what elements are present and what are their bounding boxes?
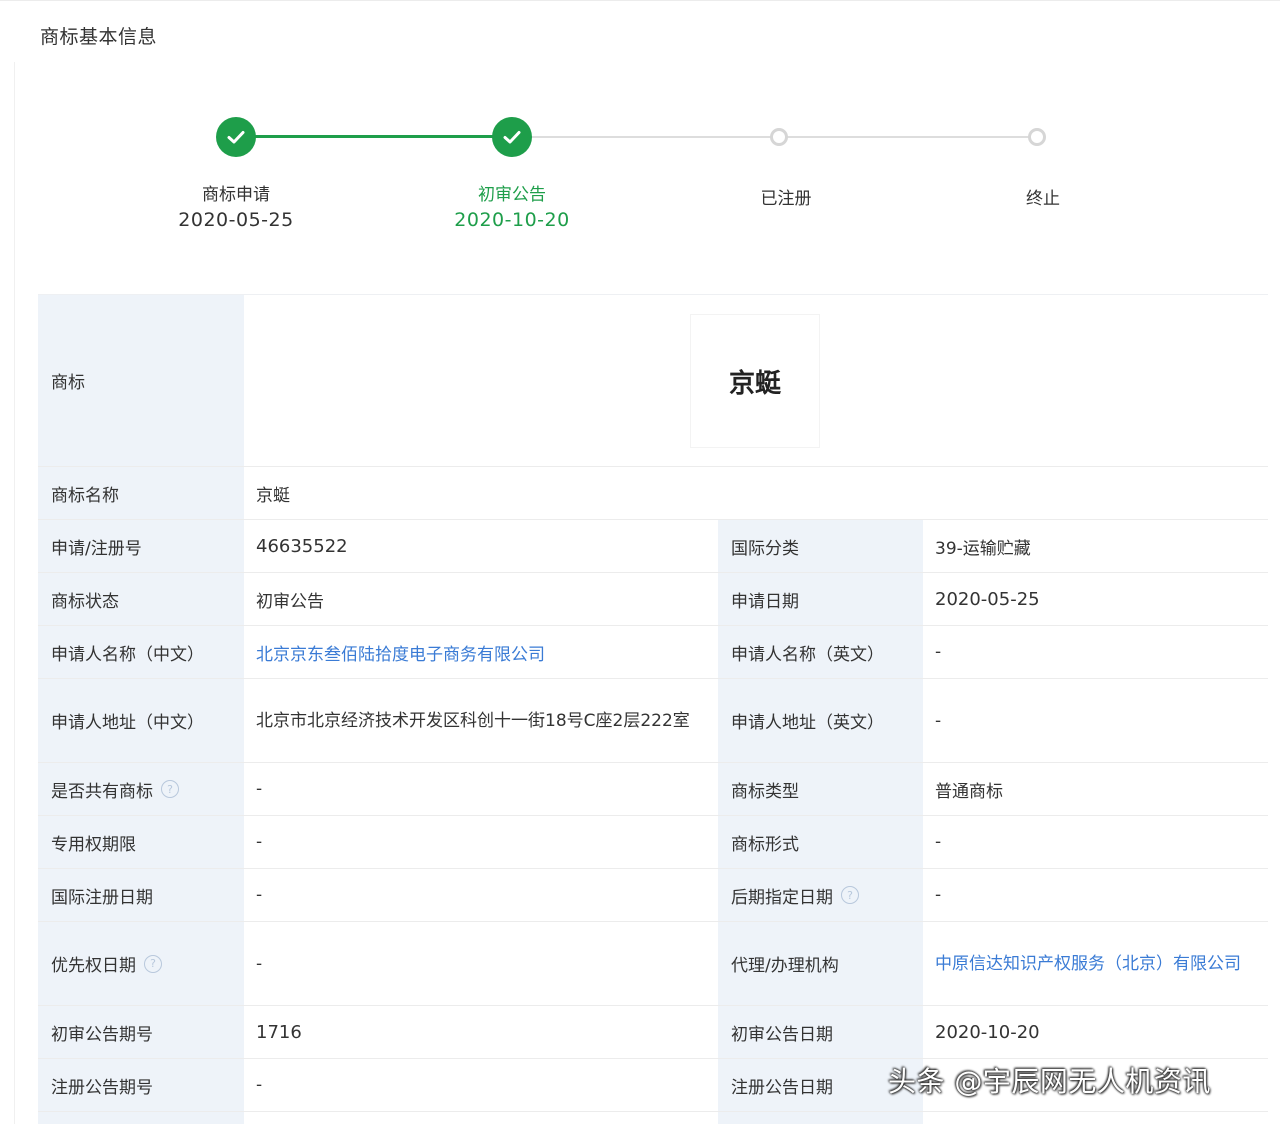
- row-value: -: [244, 922, 718, 1005]
- trademark-info-table: 商标 商标名称 京蜓 申请/注册号 46635522 国际分类 39-运输贮藏 …: [38, 294, 1268, 1124]
- row-label-text: 优先权日期: [51, 956, 136, 976]
- table-row: 国际注册日期 - 后期指定日期 ? -: [38, 869, 1268, 922]
- row-value: 39-运输贮藏: [923, 520, 1268, 572]
- table-row: 申请人名称（中文） 北京京东叁佰陆拾度电子商务有限公司 申请人名称（英文） -: [38, 626, 1268, 679]
- row-value: 46635522: [244, 520, 718, 572]
- check-icon: [503, 131, 521, 144]
- row-label: 国际注册日期: [38, 869, 244, 921]
- table-row: 优先权日期 ? - 代理/办理机构 中原信达知识产权服务（北京）有限公司: [38, 922, 1268, 1006]
- row-value: -: [923, 816, 1268, 868]
- row-label: 专用权期限: [38, 816, 244, 868]
- help-circle-icon[interactable]: ?: [144, 954, 162, 973]
- step-node-2: [492, 117, 532, 157]
- row-label: 商标名称: [38, 467, 244, 519]
- row-label: [38, 1112, 244, 1124]
- row-label: 申请人名称（中文）: [38, 626, 244, 678]
- row-label: 申请日期: [718, 573, 923, 625]
- row-label: 申请/注册号: [38, 520, 244, 572]
- row-value: 初审公告: [244, 573, 718, 625]
- row-label: 国际分类: [718, 520, 923, 572]
- row-label: [718, 1112, 923, 1124]
- step-label-3: 已注册: [760, 189, 812, 209]
- step-date-2: 2020-10-20: [454, 209, 570, 231]
- check-icon: [227, 131, 245, 144]
- row-value: 2020-05-25: [923, 573, 1268, 625]
- trademark-image: 京蜓: [690, 314, 820, 448]
- row-value: 普通商标: [923, 763, 1268, 815]
- step-line-complete: [236, 135, 512, 138]
- row-value: 京蜓: [244, 467, 1268, 519]
- step-date-1: 2020-05-25: [178, 209, 294, 231]
- table-row: [38, 1112, 1268, 1124]
- row-label: 申请人名称（英文）: [718, 626, 923, 678]
- row-label: 是否共有商标 ?: [38, 763, 244, 815]
- row-label: 申请人地址（中文）: [38, 679, 244, 762]
- row-label: 商标类型: [718, 763, 923, 815]
- table-row: 商标名称 京蜓: [38, 467, 1268, 520]
- table-row: 申请人地址（中文） 北京市北京经济技术开发区科创十一街18号C座2层222室 申…: [38, 679, 1268, 763]
- status-steps: 商标申请 2020-05-25 初审公告 2020-10-20 已注册 终止: [0, 0, 1280, 290]
- step-label-1: 商标申请: [202, 185, 270, 205]
- row-label: 代理/办理机构: [718, 922, 923, 1005]
- step-label-4: 终止: [1026, 189, 1060, 209]
- row-value: 北京市北京经济技术开发区科创十一街18号C座2层222室: [244, 679, 718, 762]
- table-row: 初审公告期号 1716 初审公告日期 2020-10-20: [38, 1006, 1268, 1059]
- row-value: 2020-10-20: [923, 1006, 1268, 1058]
- applicant-link[interactable]: 北京京东叁佰陆拾度电子商务有限公司: [256, 640, 545, 665]
- help-circle-icon[interactable]: ?: [161, 780, 179, 798]
- row-value: -: [923, 869, 1268, 921]
- row-value: -: [244, 816, 718, 868]
- row-label-text: 后期指定日期: [731, 887, 833, 908]
- table-row: 申请/注册号 46635522 国际分类 39-运输贮藏: [38, 520, 1268, 573]
- help-circle-icon[interactable]: ?: [841, 886, 859, 904]
- row-value: -: [244, 869, 718, 921]
- row-value: -: [244, 1059, 718, 1111]
- row-value: 1716: [244, 1006, 718, 1058]
- step-node-4: [1028, 128, 1046, 146]
- step-label-2: 初审公告: [478, 185, 546, 205]
- row-label: 商标状态: [38, 573, 244, 625]
- agency-link[interactable]: 中原信达知识产权服务（北京）有限公司: [935, 949, 1241, 979]
- step-node-3: [770, 128, 788, 146]
- table-row: 商标状态 初审公告 申请日期 2020-05-25: [38, 573, 1268, 626]
- row-label: 注册公告期号: [38, 1059, 244, 1111]
- table-row: 是否共有商标 ? - 商标类型 普通商标: [38, 763, 1268, 816]
- row-label: 后期指定日期 ?: [718, 869, 923, 921]
- row-value: -: [923, 626, 1268, 678]
- row-label: 商标: [38, 295, 244, 466]
- table-row: 商标: [38, 295, 1268, 467]
- row-label: 优先权日期 ?: [38, 922, 244, 1005]
- row-label-text: 是否共有商标: [51, 781, 153, 802]
- row-value: -: [244, 763, 718, 815]
- step-node-1: [216, 117, 256, 157]
- row-label: 商标形式: [718, 816, 923, 868]
- row-value: 北京京东叁佰陆拾度电子商务有限公司: [244, 626, 718, 678]
- watermark-text: 头条 @宇辰网无人机资讯: [888, 1065, 1211, 1098]
- table-row: 专用权期限 - 商标形式 -: [38, 816, 1268, 869]
- row-value: -: [923, 679, 1268, 762]
- row-value: 中原信达知识产权服务（北京）有限公司: [923, 922, 1268, 1005]
- row-label: 初审公告期号: [38, 1006, 244, 1058]
- row-label: 初审公告日期: [718, 1006, 923, 1058]
- row-label: 申请人地址（英文）: [718, 679, 923, 762]
